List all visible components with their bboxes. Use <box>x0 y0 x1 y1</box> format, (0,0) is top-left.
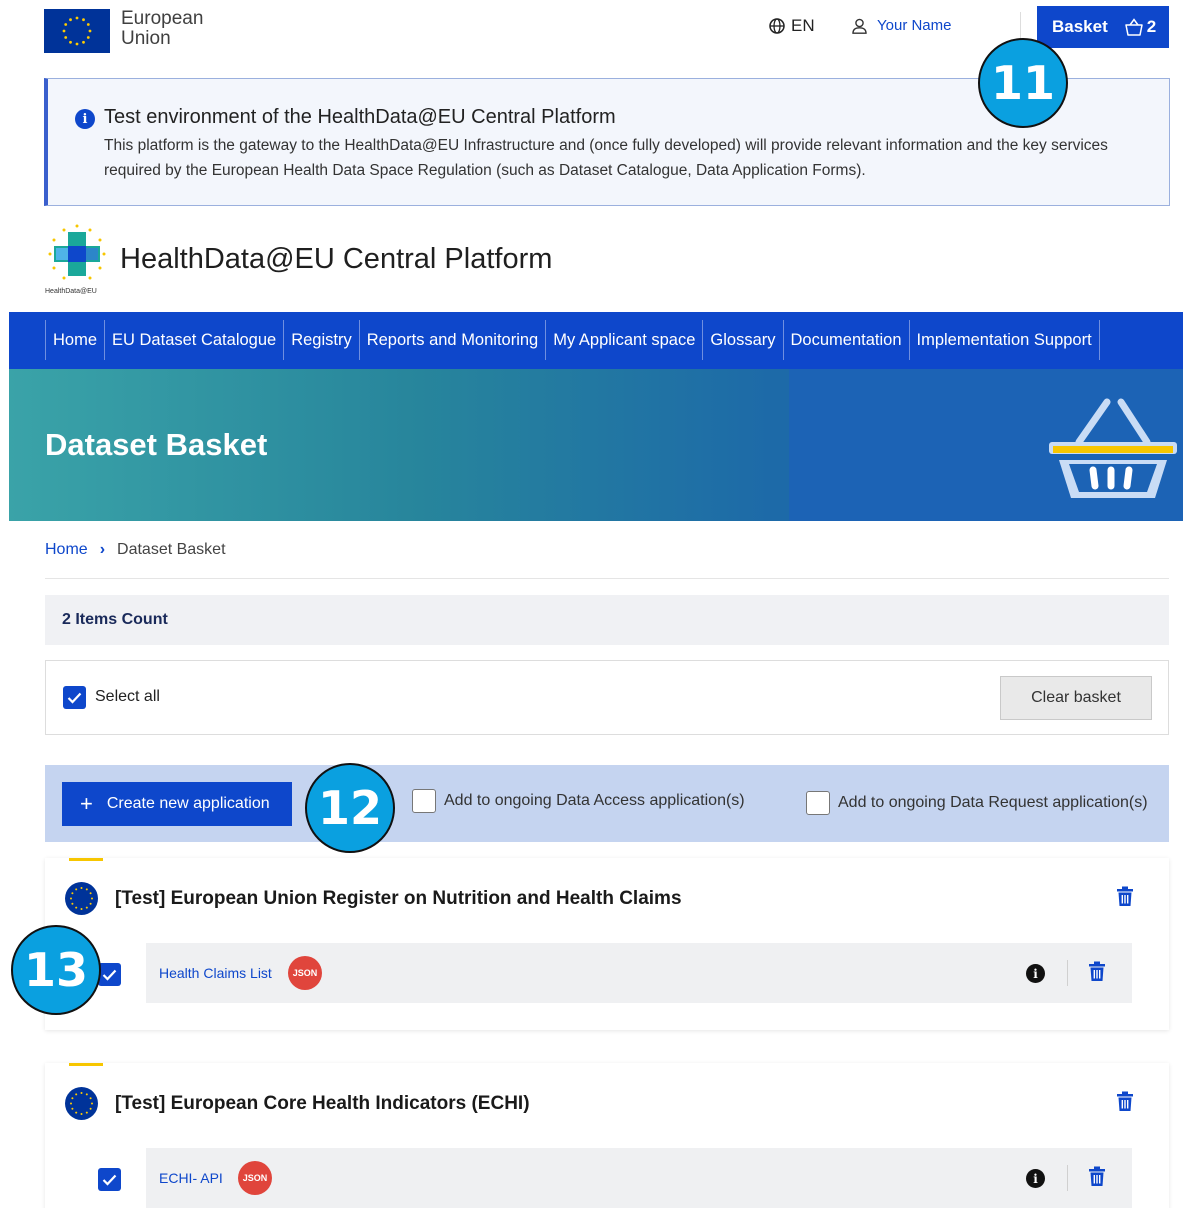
user-icon <box>852 18 867 34</box>
check-icon <box>67 692 82 704</box>
select-all-bar: Select all Clear basket <box>45 660 1169 735</box>
add-data-access-checkbox[interactable] <box>412 789 436 813</box>
resource-name[interactable]: Health Claims List <box>159 965 272 981</box>
trash-icon[interactable] <box>1088 961 1106 982</box>
nav-item-home[interactable]: Home <box>45 320 104 360</box>
eu-logo[interactable]: European Union <box>44 9 203 53</box>
items-count: 2 Items Count <box>62 611 168 628</box>
nav-item-registry[interactable]: Registry <box>283 320 359 360</box>
check-icon <box>102 1174 117 1186</box>
hero-title: Dataset Basket <box>45 427 268 462</box>
eu-name-line1: European <box>121 8 204 29</box>
add-data-request-label[interactable]: Add to ongoing Data Request application(… <box>838 794 1148 812</box>
language-label: EN <box>791 16 815 35</box>
breadcrumb-home[interactable]: Home <box>45 541 88 559</box>
add-data-request-checkbox[interactable] <box>806 791 830 815</box>
trash-icon[interactable] <box>1116 1091 1134 1112</box>
user-menu[interactable]: Your Name <box>852 17 952 34</box>
hero-banner: Dataset Basket <box>9 369 1183 521</box>
resource-name[interactable]: ECHI- API <box>159 1170 223 1186</box>
globe-icon <box>769 18 785 34</box>
nav-item-documentation[interactable]: Documentation <box>782 320 909 360</box>
json-format-badge: JSON <box>238 1161 272 1195</box>
breadcrumb: Home › Dataset Basket <box>45 541 226 559</box>
select-all-label[interactable]: Select all <box>95 688 160 706</box>
dataset-card: [Test] European Union Register on Nutrit… <box>45 858 1169 1030</box>
dataset-card: [Test] European Core Health Indicators (… <box>45 1063 1169 1208</box>
plus-icon: + <box>80 791 93 816</box>
language-selector[interactable]: EN <box>769 16 815 36</box>
card-accent <box>69 1063 103 1066</box>
application-action-bar: + Create new application Add to ongoing … <box>45 765 1169 842</box>
nav-items: Home EU Dataset Catalogue Registry Repor… <box>45 320 1100 360</box>
basket-count-group: 2 <box>1124 17 1156 37</box>
basket-illustration-icon <box>1049 398 1177 498</box>
banner-text: This platform is the gateway to the Heal… <box>104 137 1108 179</box>
dataset-title[interactable]: [Test] European Union Register on Nutrit… <box>115 888 682 910</box>
divider <box>1067 1165 1068 1191</box>
banner-title: Test environment of the HealthData@EU Ce… <box>104 106 616 128</box>
resource-row: Health Claims List JSON i <box>146 943 1132 1003</box>
trash-icon[interactable] <box>1116 886 1134 907</box>
select-all-checkbox[interactable] <box>63 686 86 709</box>
json-format-badge: JSON <box>288 956 322 990</box>
info-icon: i <box>75 109 95 129</box>
resource-checkbox[interactable] <box>98 963 121 986</box>
chevron-right-icon: › <box>99 541 106 558</box>
info-icon[interactable]: i <box>1026 964 1045 983</box>
user-name: Your Name <box>877 17 952 34</box>
breadcrumb-current: Dataset Basket <box>117 541 226 558</box>
page: European Union EN Your Name Basket 2 i T… <box>0 0 1183 1208</box>
annotation-marker: 12 <box>305 763 395 853</box>
trash-icon[interactable] <box>1088 1166 1106 1187</box>
basket-icon <box>1125 18 1143 36</box>
eu-name: European Union <box>121 9 203 49</box>
resource-checkbox[interactable] <box>98 1168 121 1191</box>
items-count-box: 2 Items Count <box>45 595 1169 645</box>
nav-item-my-applicant-space[interactable]: My Applicant space <box>545 320 702 360</box>
nav-item-eu-dataset-catalogue[interactable]: EU Dataset Catalogue <box>104 320 283 360</box>
annotation-marker: 13 <box>11 925 101 1015</box>
check-icon <box>102 969 117 981</box>
healthdata-logo-icon[interactable] <box>45 222 111 298</box>
eu-flag-icon <box>44 9 110 53</box>
dataset-title[interactable]: [Test] European Core Health Indicators (… <box>115 1093 530 1115</box>
eu-flag-icon <box>65 882 98 915</box>
resource-row: ECHI- API JSON i <box>146 1148 1132 1208</box>
info-icon[interactable]: i <box>1026 1169 1045 1188</box>
eu-flag-icon <box>65 1087 98 1120</box>
create-new-application-button[interactable]: + Create new application <box>62 782 292 826</box>
logo-caption: HealthData@EU <box>45 288 97 295</box>
divider <box>45 578 1169 579</box>
basket-count: 2 <box>1146 17 1157 36</box>
card-accent <box>69 858 103 861</box>
divider <box>1067 960 1068 986</box>
basket-button[interactable]: Basket 2 <box>1037 6 1169 48</box>
annotation-marker: 11 <box>978 38 1068 128</box>
nav-item-glossary[interactable]: Glossary <box>702 320 782 360</box>
create-new-application-label: Create new application <box>106 795 270 812</box>
add-data-access-label[interactable]: Add to ongoing Data Access application(s… <box>444 792 745 810</box>
basket-label: Basket <box>1052 17 1108 36</box>
clear-basket-button[interactable]: Clear basket <box>1000 676 1152 720</box>
nav-item-reports-monitoring[interactable]: Reports and Monitoring <box>358 320 546 360</box>
platform-title: HealthData@EU Central Platform <box>120 243 553 275</box>
nav-item-implementation-support[interactable]: Implementation Support <box>908 320 1100 360</box>
main-nav: Home EU Dataset Catalogue Registry Repor… <box>9 312 1183 369</box>
eu-name-line2: Union <box>121 28 171 49</box>
